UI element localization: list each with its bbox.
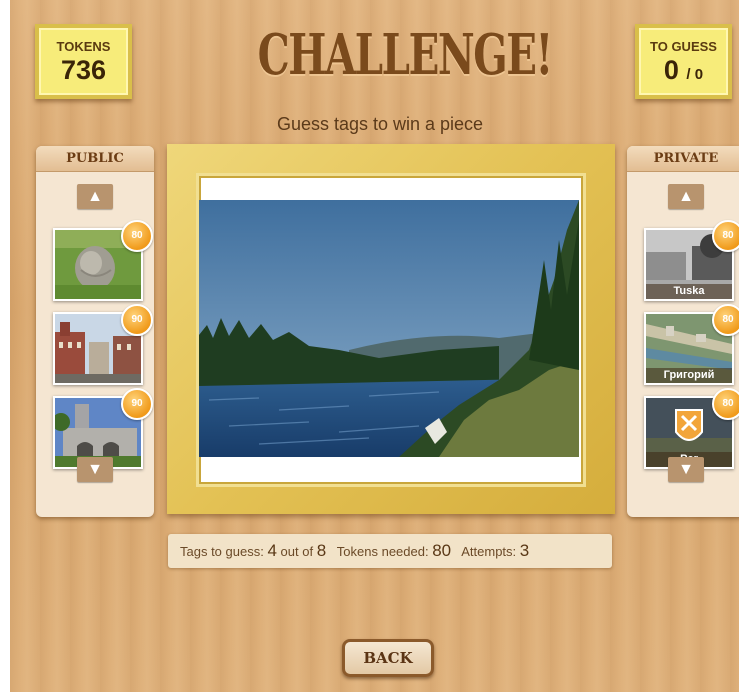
public-scroll-up-button[interactable]: ▲: [77, 184, 113, 209]
arrow-up-icon: ▲: [678, 188, 694, 205]
private-scroll-up-button[interactable]: ▲: [668, 184, 704, 209]
private-thumb-2-caption: Григорий: [646, 368, 732, 383]
tags-total: 8: [316, 541, 327, 560]
tokens-label: TOKENS: [56, 39, 111, 54]
public-scroll-down-button[interactable]: ▼: [77, 457, 113, 482]
tokens-needed-value: 80: [432, 541, 452, 560]
arrow-up-icon: ▲: [87, 188, 103, 205]
attempts-label: Attempts:: [461, 544, 517, 559]
private-panel: PRIVATE ▲ Tuska 80 Григорий 80 80 ▼: [627, 146, 739, 517]
to-guess-total: / 0: [686, 66, 704, 83]
to-guess-count: 0: [663, 55, 679, 85]
challenge-photo[interactable]: [199, 200, 579, 457]
arrow-down-icon: ▼: [678, 461, 694, 478]
challenge-info-bar: Tags to guess: 4 out of 8 Tokens needed:…: [168, 534, 612, 568]
private-thumb-3-badge: 80: [712, 388, 739, 420]
page-subtitle: Guess tags to win a piece: [276, 114, 484, 134]
private-thumb-1-caption: Tuska: [646, 284, 732, 299]
tokens-counter: TOKENS 736: [35, 24, 132, 99]
private-thumb-1-badge: 80: [712, 220, 739, 252]
private-panel-title: PRIVATE: [627, 146, 739, 172]
private-scroll-down-button[interactable]: ▼: [668, 457, 704, 482]
game-board: TOKENS 736 CHALLENGE! Guess tags to win …: [10, 0, 739, 692]
public-thumb-3-badge: 90: [121, 388, 153, 420]
public-panel: PUBLIC ▲ 80 90 90 ▼: [36, 146, 154, 517]
picture-mat: [199, 176, 583, 484]
back-button[interactable]: BACK: [342, 639, 434, 677]
to-guess-value: 0 / 0: [639, 55, 728, 86]
public-thumb-1-badge: 80: [121, 220, 153, 252]
to-guess-label: TO GUESS: [650, 39, 717, 54]
public-thumb-2-badge: 90: [121, 304, 153, 336]
private-thumb-2-badge: 80: [712, 304, 739, 336]
public-panel-title: PUBLIC: [36, 146, 154, 172]
to-guess-counter: TO GUESS 0 / 0: [635, 24, 732, 99]
tokens-value: 736: [60, 55, 107, 85]
picture-frame: [167, 144, 615, 514]
page-title: CHALLENGE!: [257, 22, 554, 88]
tags-label: Tags to guess:: [180, 544, 264, 559]
tags-count: 4: [267, 541, 277, 560]
attempts-value: 3: [519, 541, 530, 560]
arrow-down-icon: ▼: [87, 461, 103, 478]
tokens-needed-label: Tokens needed:: [336, 544, 429, 559]
out-of-label: out of: [280, 544, 314, 559]
